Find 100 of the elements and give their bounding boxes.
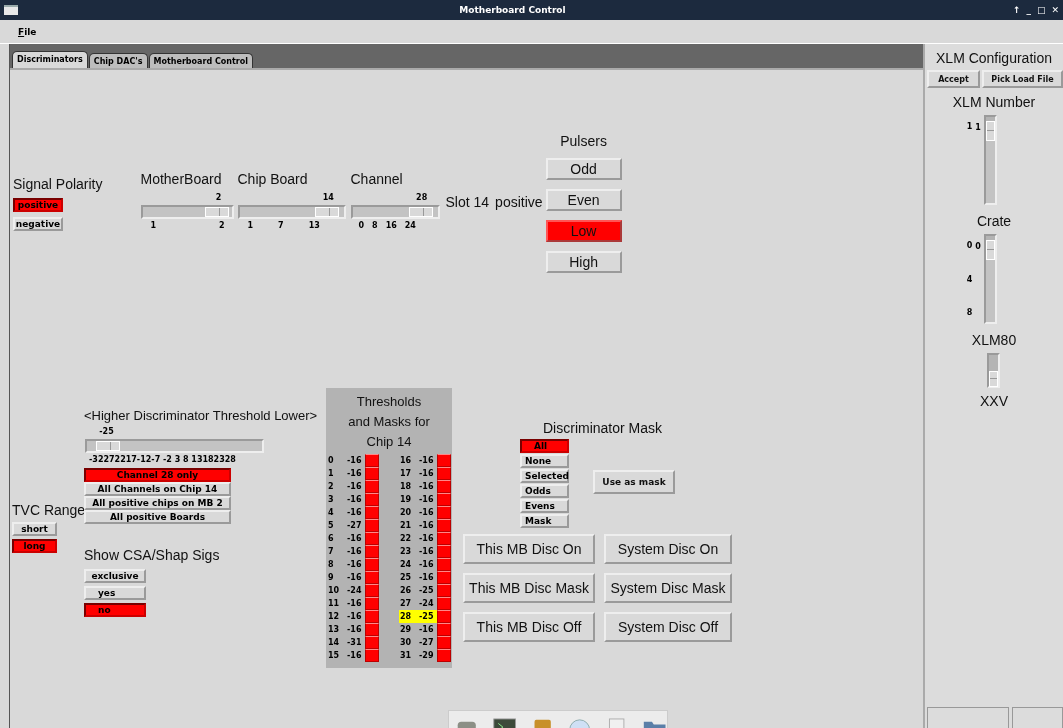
mask-option[interactable]: Selected xyxy=(520,469,569,483)
mask-option[interactable]: Mask xyxy=(520,514,569,528)
window-control[interactable]: ↑ xyxy=(1012,5,1021,15)
polarity-option[interactable]: positive xyxy=(13,198,63,212)
channel-number: 13 xyxy=(327,624,341,636)
mask-toggle[interactable] xyxy=(365,454,379,467)
scope-option[interactable]: Channel 28 only xyxy=(84,468,231,482)
mask-toggle[interactable] xyxy=(437,480,451,493)
config-button[interactable]: Pick Load File xyxy=(982,70,1063,88)
scope-option[interactable]: All Channels on Chip 14 xyxy=(84,482,231,496)
slider-track[interactable] xyxy=(984,234,998,324)
slider-thumb[interactable] xyxy=(408,207,433,217)
tick-label: 0 xyxy=(966,241,973,250)
disc-button[interactable]: This MB Disc Off xyxy=(463,612,595,642)
mask-toggle[interactable] xyxy=(365,623,379,636)
range-option[interactable]: short xyxy=(12,522,57,536)
mask-toggle[interactable] xyxy=(365,493,379,506)
mask-toggle[interactable] xyxy=(437,649,451,662)
section-label: <Higher Discriminator Threshold Lower> xyxy=(84,408,318,423)
mask-option[interactable]: Evens xyxy=(520,499,569,513)
mask-toggle[interactable] xyxy=(437,493,451,506)
disc-button[interactable]: System Disc On xyxy=(604,534,732,564)
mask-toggle[interactable] xyxy=(437,454,451,467)
mask-toggle[interactable] xyxy=(437,584,451,597)
polarity-option[interactable]: negative xyxy=(13,217,63,231)
mask-toggle[interactable] xyxy=(437,532,451,545)
slot-label: Slot 14 xyxy=(445,194,490,210)
slider-thumb[interactable] xyxy=(205,207,230,217)
switch-track[interactable] xyxy=(987,353,1001,388)
threshold-value: -16 xyxy=(419,559,435,571)
use-mask-button[interactable]: Use as mask xyxy=(593,470,675,494)
mask-toggle[interactable] xyxy=(437,623,451,636)
slider-thumb[interactable] xyxy=(986,121,996,142)
disc-button[interactable]: System Disc Mask xyxy=(604,573,732,603)
disc-button[interactable]: System Disc Off xyxy=(604,612,732,642)
scope-option[interactable]: All positive Boards xyxy=(84,510,231,524)
pulser-button[interactable]: Low xyxy=(545,220,622,242)
mask-toggle[interactable] xyxy=(365,506,379,519)
mask-toggle[interactable] xyxy=(365,610,379,623)
mask-toggle[interactable] xyxy=(437,597,451,610)
menu-item[interactable]: File xyxy=(18,26,37,37)
mask-toggle[interactable] xyxy=(437,558,451,571)
tab[interactable]: Chip DAC's xyxy=(88,53,148,68)
mask-toggle[interactable] xyxy=(365,584,379,597)
mask-option[interactable]: Odds xyxy=(520,484,569,498)
mask-toggle[interactable] xyxy=(365,636,379,649)
channel-number: 24 xyxy=(399,559,413,571)
slider-thumb[interactable] xyxy=(314,207,339,217)
slider-track[interactable] xyxy=(237,205,346,219)
channel-number: 19 xyxy=(399,494,413,506)
scope-option[interactable]: All positive chips on MB 2 xyxy=(84,496,231,510)
pulser-button[interactable]: Even xyxy=(545,189,622,211)
disc-button[interactable]: This MB Disc On xyxy=(463,534,595,564)
window-title: Motherboard Control xyxy=(458,5,567,15)
window-control[interactable]: _ xyxy=(1026,5,1031,15)
channel-number: 18 xyxy=(399,481,413,493)
window-control[interactable]: ✕ xyxy=(1051,5,1059,15)
slider-track[interactable] xyxy=(984,115,998,205)
slider-track[interactable] xyxy=(140,205,234,219)
config-button[interactable]: Accept xyxy=(927,70,980,88)
disc-button[interactable]: This MB Disc Mask xyxy=(463,573,595,603)
threshold-value: -16 xyxy=(347,559,363,571)
threshold-value: -16 xyxy=(347,455,363,467)
mask-toggle[interactable] xyxy=(437,636,451,649)
slider-label: MotherBoard xyxy=(140,171,223,189)
slider-thumb[interactable] xyxy=(986,240,996,261)
slider-track[interactable] xyxy=(85,439,264,453)
mask-toggle[interactable] xyxy=(365,571,379,584)
tab[interactable]: Discriminators xyxy=(12,51,88,68)
switch-thumb[interactable] xyxy=(989,370,999,387)
csa-option[interactable]: no xyxy=(84,603,146,617)
range-option[interactable]: long xyxy=(12,539,57,553)
mask-toggle[interactable] xyxy=(437,610,451,623)
mask-toggle[interactable] xyxy=(365,467,379,480)
window-control[interactable]: □ xyxy=(1036,5,1046,15)
mask-toggle[interactable] xyxy=(437,467,451,480)
slider-label: Channel xyxy=(350,171,404,189)
pulser-button[interactable]: Odd xyxy=(545,158,622,180)
mask-toggle[interactable] xyxy=(365,597,379,610)
mask-toggle[interactable] xyxy=(365,519,379,532)
section-label: Discriminator Mask xyxy=(543,420,662,436)
mask-toggle[interactable] xyxy=(365,649,379,662)
tab[interactable]: Motherboard Control xyxy=(148,53,253,68)
mask-toggle[interactable] xyxy=(437,519,451,532)
slider-thumb[interactable] xyxy=(96,441,120,451)
mask-toggle[interactable] xyxy=(365,558,379,571)
mask-option[interactable]: All xyxy=(520,439,569,453)
mask-toggle[interactable] xyxy=(365,532,379,545)
channel-number: 29 xyxy=(399,624,413,636)
mask-option[interactable]: None xyxy=(520,454,569,468)
mask-toggle[interactable] xyxy=(365,480,379,493)
mask-toggle[interactable] xyxy=(437,571,451,584)
mask-toggle[interactable] xyxy=(437,506,451,519)
mask-toggle[interactable] xyxy=(437,545,451,558)
mask-toggle[interactable] xyxy=(365,545,379,558)
csa-option[interactable]: exclusive xyxy=(84,569,146,583)
csa-option[interactable]: yes xyxy=(84,586,146,600)
channel-number: 8 xyxy=(327,559,335,571)
pulser-button[interactable]: High xyxy=(545,251,622,273)
slider-track[interactable] xyxy=(350,205,440,219)
